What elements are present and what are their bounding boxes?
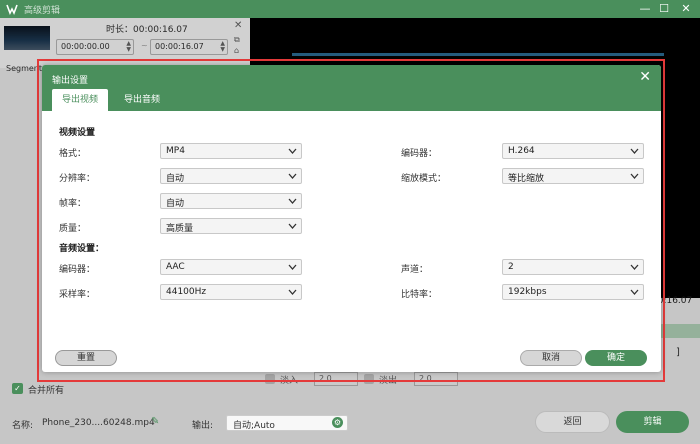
quality-label: 质量： (59, 224, 87, 234)
video-settings-heading: 视频设置 (59, 128, 96, 138)
dialog-header: 输出设置 ✕ 导出视频 导出音频 (42, 65, 661, 111)
output-format-field[interactable]: 自动;Auto ⚙ (226, 415, 348, 431)
window-title: 高级剪辑 (24, 6, 61, 16)
merge-all-checkbox[interactable]: ✓ (12, 383, 23, 394)
back-button[interactable]: 返回 (535, 411, 610, 433)
gear-icon[interactable]: ⚙ (332, 417, 343, 428)
file-name: Phone_230....60248.mp4 (42, 418, 155, 428)
chevron-down-icon (288, 198, 297, 204)
chevron-down-icon (630, 148, 639, 154)
chevron-down-icon (630, 264, 639, 270)
tab-export-audio[interactable]: 导出音频 (112, 89, 172, 111)
format-value: MP4 (166, 146, 185, 156)
dialog-title: 输出设置 (52, 76, 89, 86)
chevron-down-icon (288, 289, 297, 295)
output-label: 输出: (192, 421, 214, 431)
audio-encoder-label: 编码器： (59, 265, 96, 275)
app-logo-icon (6, 4, 18, 15)
name-label: 名称: (12, 421, 34, 431)
output-settings-dialog: 输出设置 ✕ 导出视频 导出音频 视频设置 格式： MP4 分辨率： 自动 帧率… (42, 65, 661, 372)
sample-rate-label: 采样率： (59, 290, 96, 300)
close-window-icon[interactable]: ✕ (679, 2, 693, 16)
format-label: 格式： (59, 149, 87, 159)
frame-rate-label: 帧率： (59, 199, 87, 209)
tab-export-video[interactable]: 导出视频 (52, 89, 108, 111)
audio-encoder-value: AAC (166, 262, 185, 272)
frame-rate-select[interactable]: 自动 (160, 193, 302, 209)
audio-settings-heading: 音频设置： (59, 244, 105, 254)
bitrate-select[interactable]: 192kbps (502, 284, 644, 300)
zoom-mode-value: 等比缩放 (508, 174, 545, 184)
format-select[interactable]: MP4 (160, 143, 302, 159)
video-encoder-label: 编码器： (401, 149, 438, 159)
reset-button[interactable]: 重置 (55, 350, 117, 366)
frame-rate-value: 自动 (166, 199, 185, 209)
resolution-label: 分辨率： (59, 174, 96, 184)
channel-label: 声道： (401, 265, 429, 275)
zoom-mode-select[interactable]: 等比缩放 (502, 168, 644, 184)
channel-value: 2 (508, 262, 514, 272)
sample-rate-value: 44100Hz (166, 287, 207, 297)
video-encoder-value: H.264 (508, 146, 535, 156)
video-encoder-select[interactable]: H.264 (502, 143, 644, 159)
output-format-value: 自动;Auto (233, 421, 275, 431)
minimize-icon[interactable]: — (638, 2, 652, 16)
cut-button[interactable]: 剪辑 (616, 411, 689, 433)
chevron-down-icon (288, 173, 297, 179)
maximize-icon[interactable]: ☐ (657, 2, 671, 16)
chevron-down-icon (630, 173, 639, 179)
cancel-button[interactable]: 取消 (520, 350, 582, 366)
chevron-down-icon (288, 223, 297, 229)
merge-all-label: 合并所有 (28, 386, 65, 396)
resolution-select[interactable]: 自动 (160, 168, 302, 184)
chevron-down-icon (288, 148, 297, 154)
quality-value: 高质量 (166, 224, 194, 234)
bitrate-label: 比特率： (401, 290, 438, 300)
resolution-value: 自动 (166, 174, 185, 184)
audio-encoder-select[interactable]: AAC (160, 259, 302, 275)
quality-select[interactable]: 高质量 (160, 218, 302, 234)
zoom-mode-label: 缩放模式： (401, 174, 447, 184)
channel-select[interactable]: 2 (502, 259, 644, 275)
bitrate-value: 192kbps (508, 287, 547, 297)
title-bar: 高级剪辑 — ☐ ✕ (0, 0, 700, 18)
chevron-down-icon (288, 264, 297, 270)
sample-rate-select[interactable]: 44100Hz (160, 284, 302, 300)
ok-button[interactable]: 确定 (585, 350, 647, 366)
close-icon[interactable]: ✕ (639, 69, 651, 85)
chevron-down-icon (630, 289, 639, 295)
edit-icon[interactable]: ✎ (151, 416, 159, 427)
